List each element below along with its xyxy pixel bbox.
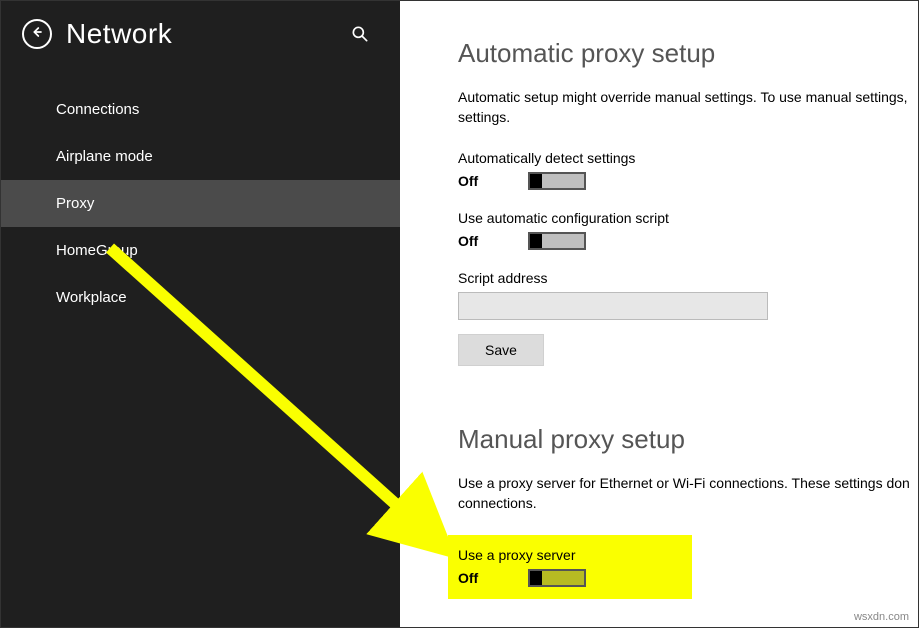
toggle-use-proxy[interactable] [528,569,586,587]
highlight-annotation: Use a proxy server Off [448,535,692,599]
toggle-value: Off [458,173,488,189]
toggle-value: Off [458,570,488,586]
section-desc-manual: Use a proxy server for Ethernet or Wi-Fi… [458,473,919,514]
toggle-knob-icon [530,571,542,585]
script-address-input[interactable] [458,292,768,320]
sidebar-item-homegroup[interactable]: HomeGroup [0,227,400,274]
field-auto-detect: Automatically detect settings Off [458,150,919,190]
section-heading-manual: Manual proxy setup [458,424,919,455]
field-label: Script address [458,270,919,286]
save-button[interactable]: Save [458,334,544,366]
toggle-knob-icon [530,234,542,248]
field-script-address: Script address Save [458,270,919,366]
sidebar-item-proxy[interactable]: Proxy [0,180,400,227]
sidebar-item-label: Airplane mode [56,148,153,165]
search-button[interactable] [350,24,370,44]
field-label: Automatically detect settings [458,150,919,166]
page-title: Network [66,18,336,50]
sidebar-item-label: Proxy [56,195,94,212]
sidebar: Network Connections Airplane mode Proxy [0,0,400,628]
sidebar-header: Network [0,0,400,66]
sidebar-item-label: Connections [56,101,139,118]
section-desc-automatic: Automatic setup might override manual se… [458,87,919,128]
toggle-auto-detect[interactable] [528,172,586,190]
arrow-left-icon [29,24,45,45]
watermark: wsxdn.com [854,611,909,623]
search-icon [350,31,370,48]
section-heading-automatic: Automatic proxy setup [458,38,919,69]
toggle-value: Off [458,233,488,249]
field-label: Use automatic configuration script [458,210,919,226]
back-button[interactable] [22,19,52,49]
sidebar-item-label: Workplace [56,289,127,306]
toggle-auto-script[interactable] [528,232,586,250]
sidebar-item-airplane-mode[interactable]: Airplane mode [0,133,400,180]
toggle-knob-icon [530,174,542,188]
sidebar-item-label: HomeGroup [56,242,138,259]
field-auto-script: Use automatic configuration script Off [458,210,919,250]
sidebar-item-connections[interactable]: Connections [0,86,400,133]
field-label: Use a proxy server [458,547,682,563]
sidebar-nav: Connections Airplane mode Proxy HomeGrou… [0,86,400,321]
content-pane: Automatic proxy setup Automatic setup mi… [400,0,919,628]
sidebar-item-workplace[interactable]: Workplace [0,274,400,321]
